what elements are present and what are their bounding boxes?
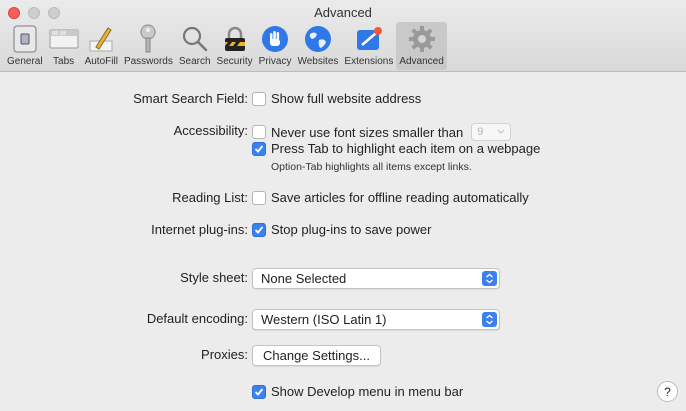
checkbox-box[interactable]: [252, 91, 266, 106]
tab-extensions[interactable]: Extensions: [341, 22, 396, 70]
general-switch-icon: [10, 24, 40, 54]
lock-icon: [220, 24, 250, 54]
proxies-label: Proxies:: [201, 347, 248, 362]
preferences-window: Advanced General Tabs AutoFill Passwords…: [0, 0, 686, 411]
magnifier-icon: [180, 24, 210, 54]
puzzle-icon: [354, 24, 384, 54]
press-tab-text: Press Tab to highlight each item on a we…: [271, 141, 541, 156]
option-tab-note: Option-Tab highlights all items except l…: [271, 161, 472, 173]
show-develop-menu-text: Show Develop menu in menu bar: [271, 384, 464, 399]
tab-passwords[interactable]: Passwords: [121, 22, 176, 70]
up-down-chevron-icon: [482, 271, 497, 286]
style-sheet-label: Style sheet:: [180, 270, 248, 285]
tab-privacy[interactable]: Privacy: [256, 22, 295, 70]
tab-websites[interactable]: Websites: [294, 22, 341, 70]
min-font-size-text: Never use font sizes smaller than: [271, 124, 464, 140]
style-sheet-popup[interactable]: None Selected: [252, 268, 500, 289]
checkbox-box[interactable]: [252, 125, 266, 139]
encoding-value: Western (ISO Latin 1): [261, 312, 387, 327]
plugins-label: Internet plug-ins:: [151, 222, 248, 237]
chevron-down-icon: [497, 126, 505, 138]
change-settings-button[interactable]: Change Settings...: [252, 345, 381, 366]
title-bar: Advanced General Tabs AutoFill Passwords…: [0, 0, 686, 72]
tab-search[interactable]: Search: [176, 22, 214, 70]
tab-advanced[interactable]: Advanced: [396, 22, 447, 70]
stop-plugins-text: Stop plug-ins to save power: [271, 222, 432, 237]
style-sheet-value: None Selected: [261, 271, 347, 286]
show-full-address-checkbox[interactable]: Show full website address: [252, 91, 421, 106]
save-offline-text: Save articles for offline reading automa…: [271, 190, 529, 205]
show-develop-menu-checkbox[interactable]: Show Develop menu in menu bar: [252, 384, 463, 399]
encoding-popup[interactable]: Western (ISO Latin 1): [252, 309, 500, 330]
smart-search-label: Smart Search Field:: [133, 91, 248, 106]
checkbox-box[interactable]: [252, 222, 266, 237]
font-size-select[interactable]: 9: [471, 123, 512, 141]
tab-general[interactable]: General: [4, 22, 46, 70]
font-size-value: 9: [477, 126, 484, 138]
tab-security[interactable]: Security: [214, 22, 256, 70]
tabs-icon: [49, 24, 79, 54]
checkbox-box[interactable]: [252, 384, 266, 399]
show-full-address-text: Show full website address: [271, 91, 422, 106]
accessibility-label: Accessibility:: [173, 123, 248, 138]
tab-autofill[interactable]: AutoFill: [82, 22, 121, 70]
window-title: Advanced: [314, 5, 372, 20]
checkmark-icon: [254, 225, 264, 234]
stop-plugins-checkbox[interactable]: Stop plug-ins to save power: [252, 222, 431, 237]
checkmark-icon: [254, 387, 264, 396]
help-button[interactable]: ?: [657, 381, 678, 402]
gear-icon: [407, 24, 437, 54]
press-tab-checkbox[interactable]: Press Tab to highlight each item on a we…: [252, 141, 540, 156]
hand-icon: [260, 24, 290, 54]
reading-list-label: Reading List:: [172, 190, 248, 205]
key-icon: [133, 24, 163, 54]
pencil-icon: [86, 24, 116, 54]
min-font-size-checkbox[interactable]: Never use font sizes smaller than 9: [252, 123, 512, 141]
up-down-chevron-icon: [482, 312, 497, 327]
checkbox-box[interactable]: [252, 141, 266, 156]
tab-tabs[interactable]: Tabs: [46, 22, 82, 70]
encoding-label: Default encoding:: [146, 311, 248, 326]
checkmark-icon: [254, 144, 264, 153]
preferences-toolbar: General Tabs AutoFill Passwords Search S…: [4, 22, 447, 70]
save-offline-checkbox[interactable]: Save articles for offline reading automa…: [252, 190, 529, 205]
globe-icon: [303, 24, 333, 54]
checkbox-box[interactable]: [252, 190, 266, 205]
